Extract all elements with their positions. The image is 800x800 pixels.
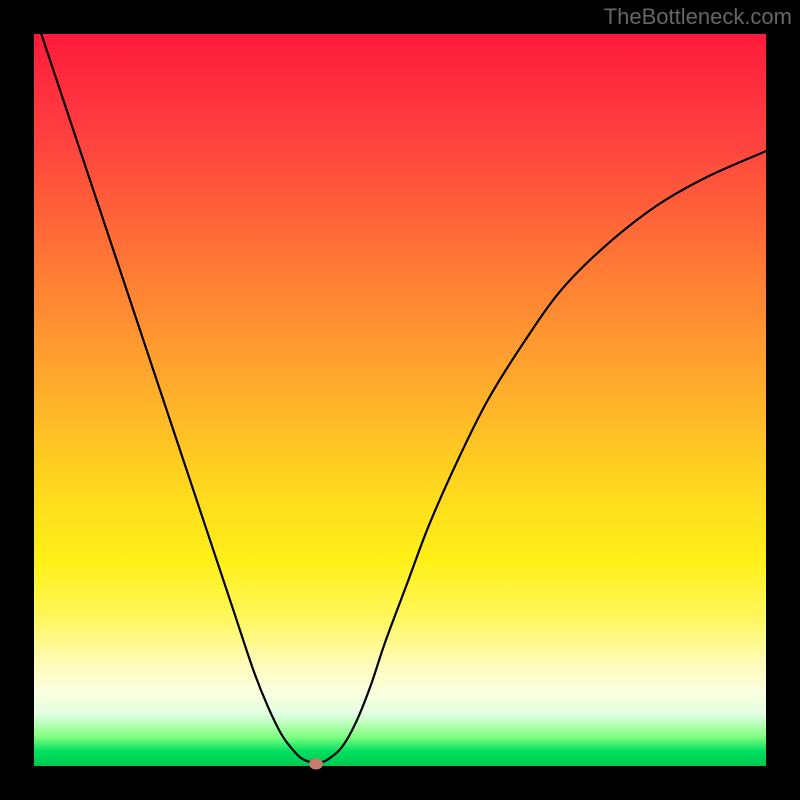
optimal-point-marker [309, 758, 323, 769]
bottleneck-curve [34, 34, 766, 766]
watermark-text: TheBottleneck.com [604, 4, 792, 30]
chart-plot-area [34, 34, 766, 766]
